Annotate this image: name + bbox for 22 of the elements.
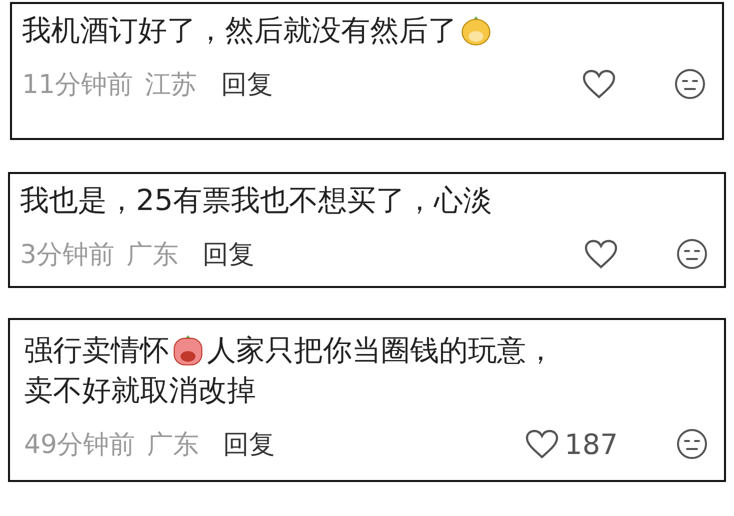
- comment-text: 强行卖情怀: [24, 332, 169, 369]
- heart-icon[interactable]: [524, 429, 559, 459]
- comment-time: 11分钟前: [22, 68, 134, 102]
- comment-location: 广东: [147, 428, 200, 462]
- reply-button[interactable]: 回复: [202, 236, 255, 272]
- like-count: 187: [564, 428, 618, 460]
- emoji-icon: [171, 333, 205, 367]
- reply-button[interactable]: 回复: [223, 426, 276, 462]
- comment-time: 3分钟前: [20, 238, 115, 272]
- comment-text: 卖不好就取消改掉: [24, 372, 256, 409]
- face-icon[interactable]: [676, 428, 708, 460]
- comment-text: 人家只把你当圈钱的玩意，: [207, 332, 555, 369]
- heart-icon[interactable]: [582, 69, 616, 99]
- reply-button[interactable]: 回复: [221, 66, 274, 102]
- comment-text: 我机酒订好了，然后就没有然后了: [22, 12, 457, 49]
- face-icon[interactable]: [676, 238, 708, 270]
- face-icon[interactable]: [674, 68, 706, 100]
- comment-text: 我也是，25有票我也不想买了，心淡: [20, 182, 492, 219]
- comment-location: 广东: [126, 238, 179, 272]
- comment-time: 49分钟前: [24, 428, 136, 462]
- heart-icon[interactable]: [584, 239, 618, 269]
- comment-location: 江苏: [145, 68, 198, 102]
